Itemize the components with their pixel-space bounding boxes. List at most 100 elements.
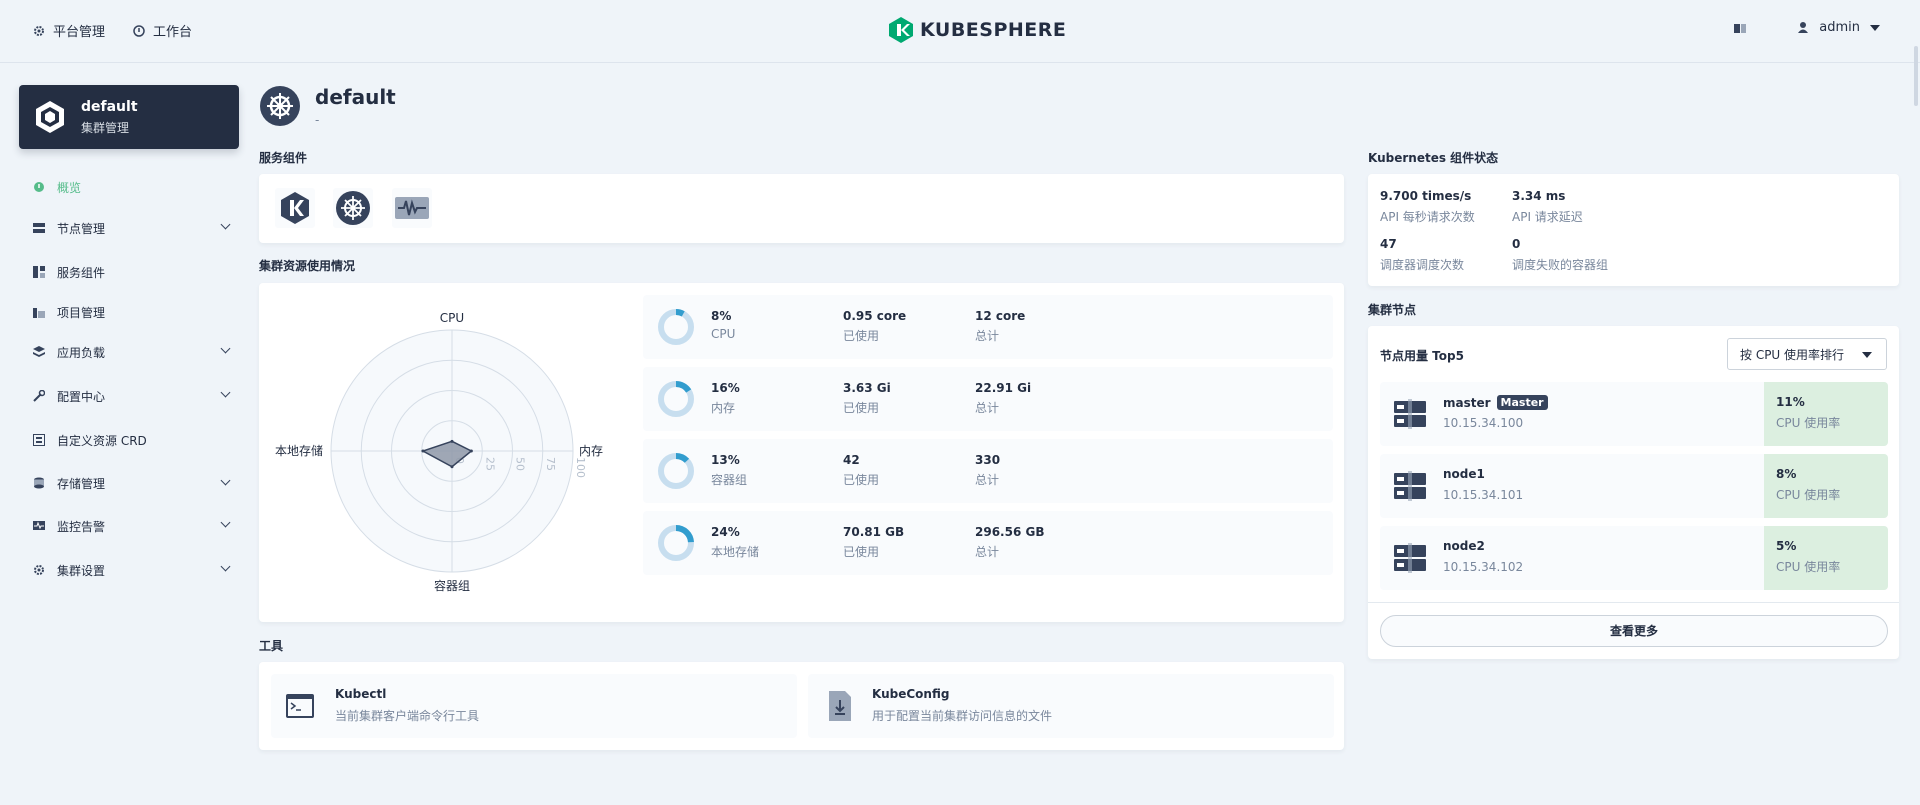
- kubesphere-logo[interactable]: KUBESPHERE: [888, 16, 1066, 44]
- user-icon: [1798, 22, 1809, 33]
- node-name-text: node2: [1443, 539, 1485, 553]
- node-usage-value: 5%: [1776, 539, 1797, 553]
- page-title: default: [315, 85, 396, 109]
- chevron-down-icon: [220, 219, 231, 230]
- master-badge: Master: [1496, 395, 1548, 410]
- node-usage-value: 8%: [1776, 467, 1797, 481]
- page-scrollbar[interactable]: [1914, 46, 1918, 106]
- kubesphere-logo-icon: [889, 17, 913, 43]
- node-cpu-usage: 8% CPU 使用率: [1764, 454, 1888, 518]
- kubernetes-component-icon[interactable]: [333, 188, 373, 228]
- workbench-link[interactable]: 工作台: [133, 21, 192, 40]
- sort-select[interactable]: 按 CPU 使用率排行: [1727, 338, 1887, 370]
- node-usage-value: 11%: [1776, 395, 1805, 409]
- monitoring-component-icon[interactable]: [392, 188, 432, 228]
- tool-kubectl[interactable]: Kubectl 当前集群客户端命令行工具: [271, 674, 797, 738]
- sidebar-item-settings[interactable]: 集群设置: [19, 548, 239, 592]
- cluster-name: default: [81, 98, 138, 115]
- kubernetes-icon: [260, 86, 300, 126]
- resource-name: 容器组: [711, 473, 748, 487]
- sidebar-item-components[interactable]: 服务组件: [19, 250, 239, 294]
- radar-data-point: [450, 439, 454, 443]
- k8s-stat-value: 9.700 times/s: [1380, 189, 1472, 203]
- resource-used-label: 已使用: [843, 329, 880, 343]
- sidebar-item-crd[interactable]: 自定义资源 CRD: [19, 418, 239, 462]
- view-more-button[interactable]: 查看更多: [1380, 615, 1888, 647]
- node-ip: 10.15.34.100: [1443, 416, 1524, 430]
- chevron-down-icon: [1862, 352, 1872, 358]
- platform-management-label: 平台管理: [53, 25, 106, 40]
- resource-used: 70.81 GB: [843, 525, 905, 539]
- resource-total-label: 总计: [975, 401, 1000, 415]
- chevron-down-icon: [220, 387, 231, 398]
- page-subtitle: -: [315, 113, 320, 127]
- radar-tick-label: 100: [574, 457, 587, 478]
- platform-management-link[interactable]: 平台管理: [33, 21, 105, 40]
- sidebar-item-label: 存储管理: [57, 476, 106, 491]
- radar-data-point: [469, 449, 473, 453]
- sort-select-value: 按 CPU 使用率排行: [1740, 347, 1845, 362]
- sidebar-item-projects[interactable]: 项目管理: [19, 294, 239, 330]
- sidebar-item-label: 概览: [57, 180, 82, 195]
- sidebar-item-label: 应用负载: [57, 345, 106, 360]
- sidebar-item-workloads[interactable]: 应用负载: [19, 330, 239, 374]
- node-name-text: node1: [1443, 467, 1485, 481]
- sidebar-item-storage[interactable]: 存储管理: [19, 462, 239, 504]
- sidebar-item-label: 项目管理: [57, 305, 106, 320]
- node-row[interactable]: node2 10.15.34.102 5% CPU 使用率: [1380, 526, 1888, 590]
- resource-used: 3.63 Gi: [843, 381, 891, 395]
- toolbox-icon[interactable]: [1733, 22, 1747, 34]
- resource-used-label: 已使用: [843, 401, 880, 415]
- sidebar-item-config[interactable]: 配置中心: [19, 374, 239, 418]
- chevron-down-icon: [220, 561, 231, 572]
- node-usage-label: CPU 使用率: [1776, 488, 1841, 502]
- nodes-top5-header: 节点用量 Top5: [1380, 349, 1464, 363]
- resource-name: 本地存储: [711, 545, 760, 559]
- sidebar-item-monitoring[interactable]: 监控告警: [19, 504, 239, 548]
- kubesphere-component-icon[interactable]: [275, 188, 315, 228]
- radar-tick-label: 25: [483, 457, 496, 471]
- user-menu[interactable]: admin: [1797, 20, 1880, 35]
- cluster-card[interactable]: default 集群管理: [19, 85, 239, 149]
- section-title-cluster-nodes: 集群节点: [1368, 303, 1417, 317]
- resource-row-pods: 13% 容器组 42 已使用 330 总计: [643, 439, 1333, 503]
- tool-description: 当前集群客户端命令行工具: [335, 709, 480, 723]
- cluster-nodes-panel: 节点用量 Top5 按 CPU 使用率排行 master Master 10.15…: [1368, 326, 1899, 659]
- usage-donut: [658, 525, 694, 561]
- resource-percent: 13%: [711, 453, 740, 467]
- storage-icon: [34, 477, 44, 489]
- resource-percent: 24%: [711, 525, 740, 539]
- section-title-service-components: 服务组件: [259, 151, 308, 165]
- donut-track: [658, 309, 694, 345]
- node-name: node2: [1443, 539, 1485, 553]
- project-icon: [33, 308, 45, 318]
- resource-used: 0.95 core: [843, 309, 907, 323]
- tools-panel: Kubectl 当前集群客户端命令行工具 KubeConfig 用于配置当前集群…: [259, 662, 1344, 750]
- tool-name: KubeConfig: [872, 687, 950, 701]
- sidebar-item-nodes[interactable]: 节点管理: [19, 206, 239, 250]
- divider: [1368, 602, 1899, 603]
- workbench-label: 工作台: [153, 25, 193, 40]
- node-row[interactable]: master Master 10.15.34.100 11% CPU 使用率: [1380, 382, 1888, 446]
- k8s-stat-label: API 每秒请求次数: [1380, 210, 1475, 224]
- sidebar-item-overview[interactable]: 概览: [19, 168, 239, 206]
- resource-total: 12 core: [975, 309, 1026, 323]
- sidebar-item-label: 监控告警: [57, 519, 106, 534]
- k8s-stat-label: 调度失败的容器组: [1512, 258, 1609, 272]
- server-icon: [1394, 399, 1426, 429]
- monitor-icon: [33, 521, 45, 530]
- resource-name: CPU: [711, 327, 736, 341]
- node-row[interactable]: node1 10.15.34.101 8% CPU 使用率: [1380, 454, 1888, 518]
- gear-icon: [34, 25, 44, 36]
- components-icon: [33, 266, 45, 278]
- node-name-text: master: [1443, 395, 1491, 410]
- resource-used-label: 已使用: [843, 545, 880, 559]
- node-usage-label: CPU 使用率: [1776, 560, 1841, 574]
- resource-total: 22.91 Gi: [975, 381, 1032, 395]
- tool-kubeconfig[interactable]: KubeConfig 用于配置当前集群访问信息的文件: [808, 674, 1334, 738]
- server-icon: [1394, 543, 1426, 573]
- sidebar-item-label: 自定义资源 CRD: [57, 433, 147, 448]
- cluster-usage-panel: 0255075100CPU内存容器组本地存储 8%CPU 0.95 core已使…: [259, 283, 1344, 622]
- logo-text: KUBESPHERE: [920, 19, 1067, 41]
- page-header: default -: [259, 85, 396, 127]
